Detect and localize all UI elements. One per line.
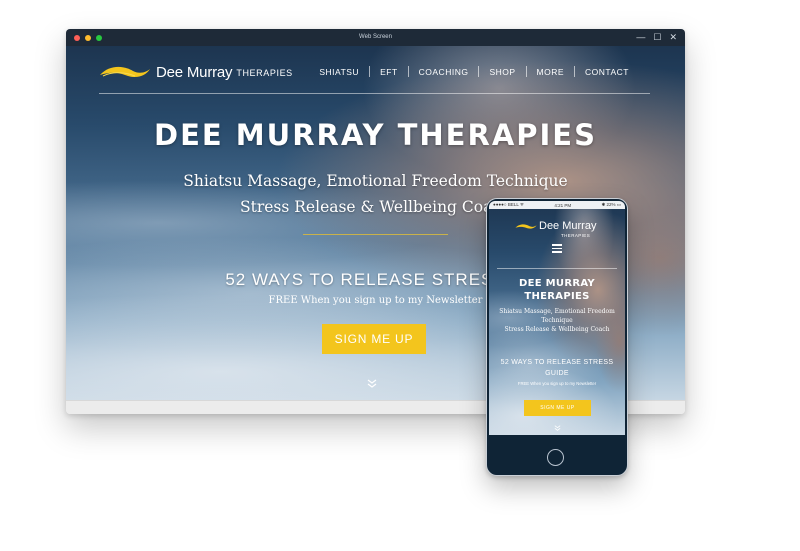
mobile-hero-subtitle: Shiatsu Massage, Emotional Freedom Techn… — [495, 307, 619, 334]
window-titlebar: Web Screen — ☐ ✕ — [66, 29, 685, 46]
minimize-dot-button[interactable] — [85, 34, 91, 41]
hamburger-menu-icon[interactable] — [552, 244, 562, 255]
mobile-subtitle-line-2: Technique — [541, 317, 573, 324]
mobile-sign-me-up-button[interactable]: SIGN ME UP — [524, 400, 591, 416]
nav-item-coaching[interactable]: COACHING — [409, 67, 479, 77]
mobile-screen: ●●●●○ BELL ᯤ 4:21 PM ✱ 22% ▭ Dee Murray … — [489, 201, 625, 435]
mobile-logo-tagline: THERAPIES — [561, 233, 591, 238]
main-nav: SHIATSU EFT COACHING SHOP MORE CONTACT — [309, 66, 639, 77]
nav-item-eft[interactable]: EFT — [370, 67, 408, 77]
mobile-subtitle-line-1: Shiatsu Massage, Emotional Freedom — [499, 308, 615, 315]
hero-subtitle-line-1: Shiatsu Massage, Emotional Freedom Techn… — [183, 172, 568, 190]
logo-name: Dee Murray — [156, 63, 233, 81]
nav-item-contact[interactable]: CONTACT — [575, 67, 639, 77]
mobile-guide-line-2: GUIDE — [545, 370, 569, 377]
nav-item-shiatsu[interactable]: SHIATSU — [309, 67, 369, 77]
mobile-title-line-2: THERAPIES — [524, 291, 590, 302]
home-button[interactable] — [547, 449, 564, 466]
mobile-subtitle-line-3: Stress Release & Wellbeing Coach — [504, 326, 610, 333]
zoom-dot-button[interactable] — [96, 34, 102, 41]
sign-me-up-button[interactable]: SIGN ME UP — [322, 324, 426, 354]
mobile-header-divider — [497, 268, 617, 269]
site-logo[interactable]: Dee Murray THERAPIES — [99, 63, 293, 81]
swoosh-logo-icon — [100, 66, 150, 77]
mobile-logo-name: Dee Murray — [539, 220, 597, 232]
nav-item-more[interactable]: MORE — [527, 67, 575, 77]
mobile-phone-mockup: ●●●●○ BELL ᯤ 4:21 PM ✱ 22% ▭ Dee Murray … — [486, 198, 628, 476]
gold-divider — [303, 234, 448, 235]
mobile-guide-subtitle: FREE When you sign up to my Newsletter — [517, 381, 597, 386]
carrier-signal: ●●●●○ BELL ᯤ — [493, 202, 525, 207]
close-dot-button[interactable] — [74, 34, 80, 41]
mobile-guide-line-1: 52 WAYS TO RELEASE STRESS — [500, 359, 614, 366]
mobile-status-bar: ●●●●○ BELL ᯤ 4:21 PM ✱ 22% ▭ — [489, 201, 625, 209]
maximize-icon[interactable]: ☐ — [653, 31, 661, 44]
hero-title: DEE MURRAY THERAPIES — [154, 118, 597, 152]
window-controls: — ☐ ✕ — [636, 31, 677, 44]
double-chevron-down-icon[interactable] — [365, 379, 379, 390]
minimize-icon[interactable]: — — [636, 31, 645, 44]
mobile-title-line-1: DEE MURRAY — [519, 278, 595, 289]
window-title: Web Screen — [359, 34, 392, 40]
status-time: 4:21 PM — [554, 202, 572, 208]
mobile-hero-title: DEE MURRAY THERAPIES — [489, 277, 625, 303]
header-divider — [99, 93, 650, 94]
battery-indicator: ✱ 22% ▭ — [601, 202, 621, 207]
mobile-guide-title: 52 WAYS TO RELEASE STRESS GUIDE — [499, 357, 615, 379]
mobile-logo[interactable]: Dee Murray THERAPIES — [515, 220, 597, 238]
traffic-lights — [74, 34, 102, 41]
logo-tagline: THERAPIES — [236, 68, 293, 78]
close-icon[interactable]: ✕ — [669, 31, 677, 44]
swoosh-logo-icon — [515, 224, 537, 229]
double-chevron-down-icon[interactable] — [552, 425, 562, 433]
nav-item-shop[interactable]: SHOP — [479, 67, 525, 77]
